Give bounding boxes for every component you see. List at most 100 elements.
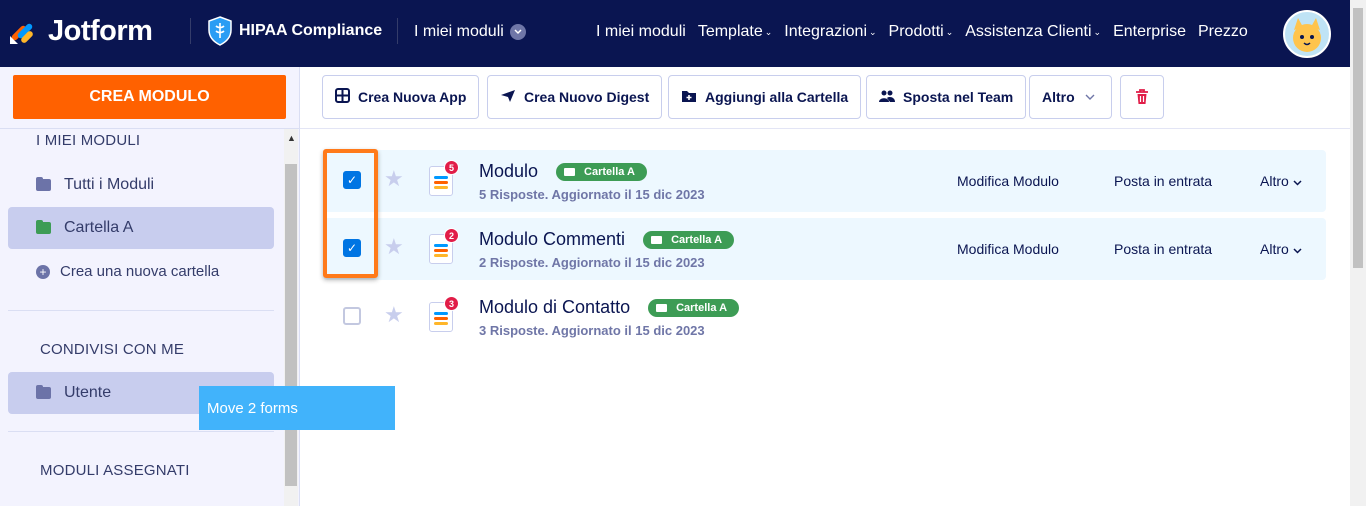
star-icon[interactable]: ★ [384,234,404,260]
response-count-badge: 2 [444,228,459,243]
form-icon: 5 [429,160,459,196]
form-meta: 3 Risposte. Aggiornato il 15 dic 2023 [479,323,705,338]
star-icon[interactable]: ★ [384,302,404,328]
nav-enterprise[interactable]: Enterprise [1113,23,1186,41]
folder-tag[interactable]: Cartella A [648,298,740,317]
create-digest-button[interactable]: Crea Nuovo Digest [487,75,663,119]
folder-tag[interactable]: Cartella A [643,230,735,249]
folder-icon [564,167,576,176]
edit-form-button[interactable]: Modifica Modulo [957,173,1059,189]
sidebar-scrollbar[interactable]: ▲ [284,129,298,506]
nav-pricing[interactable]: Prezzo [1198,23,1248,41]
create-app-label: Crea Nuova App [358,89,467,105]
sidebar-item-all-forms[interactable]: Tutti i Moduli [8,164,274,206]
add-to-folder-button[interactable]: Aggiungi alla Cartella [668,75,862,119]
create-app-button[interactable]: Crea Nuova App [322,75,480,119]
folder-icon [651,235,663,244]
more-button[interactable]: Altro [1260,241,1302,257]
nav-label: Prezzo [1197,23,1248,40]
send-icon [500,89,516,106]
folder-icon [36,385,51,399]
star-icon[interactable]: ★ [384,166,404,192]
chevron-down-icon [1293,180,1302,186]
jotform-logo[interactable]: Jotform [8,15,153,47]
chevron-down-icon [1293,248,1302,254]
hipaa-badge[interactable]: HIPAA Compliance [207,16,382,46]
form-title[interactable]: Modulo di Contatto Cartella A [479,297,740,318]
divider [8,431,274,432]
chevron-down-icon [509,24,526,40]
toolbar: Crea Nuova App Crea Nuovo Digest Aggiung… [300,67,1350,129]
folder-tag-label: Cartella A [676,301,728,314]
create-form-button[interactable]: CREA MODULO [13,75,286,119]
nav-label: I miei moduli [596,23,686,40]
form-title[interactable]: Modulo Commenti Cartella A [479,229,735,250]
inbox-button[interactable]: Posta in entrata [1114,173,1212,189]
form-name: Modulo di Contatto [479,297,631,317]
folder-tag-label: Cartella A [671,233,723,246]
my-forms-dropdown[interactable]: I miei moduli [414,23,526,41]
drag-tooltip: Move 2 forms [199,386,395,430]
inbox-button[interactable]: Posta in entrata [1114,241,1212,257]
form-row[interactable]: ★ 3 Modulo di Contatto Cartella A 3 Risp… [323,286,1326,348]
response-count-badge: 5 [444,160,459,175]
caret-icon: ⌄ [869,26,877,37]
more-label: Altro [1042,89,1075,105]
sidebar-item-folder-a[interactable]: Cartella A [8,207,274,249]
nav-products[interactable]: Prodotti ⌄ [889,23,954,41]
move-to-team-button[interactable]: Sposta nel Team [866,75,1027,119]
folder-plus-icon [681,89,697,106]
my-forms-section-title: I MIEI MODULI [36,132,141,149]
nav-label: Prodotti [888,23,944,40]
sidebar-item-label: Cartella A [64,219,134,236]
more-label: Altro [1260,241,1289,257]
delete-button[interactable] [1120,75,1164,119]
main-nav: I miei moduli Template ⌄ Integrazioni ⌄ Pr… [596,23,1260,41]
response-count-badge: 3 [444,296,459,311]
edit-form-button[interactable]: Modifica Modulo [957,241,1059,257]
nav-templates[interactable]: Template ⌄ [698,23,772,41]
form-title[interactable]: Modulo Cartella A [479,161,647,182]
caret-icon: ⌄ [1093,26,1102,37]
scroll-up-icon[interactable]: ▲ [287,133,296,143]
my-forms-dropdown-label: I miei moduli [414,23,504,40]
plus-circle-icon: + [36,264,50,279]
nav-my-forms[interactable]: I miei moduli [596,23,686,41]
nav-label: Assistenza Clienti [965,23,1092,40]
nav-integrations[interactable]: Integrazioni ⌄ [784,23,876,41]
avatar-icon [1293,18,1321,52]
page-scrollbar[interactable] [1350,0,1366,506]
divider [397,18,398,44]
divider [190,18,191,44]
add-to-folder-label: Aggiungi alla Cartella [705,89,849,105]
scrollbar-thumb[interactable] [1353,8,1363,268]
form-meta: 5 Risposte. Aggiornato il 15 dic 2023 [479,187,705,202]
form-row[interactable]: ✓ ★ 2 Modulo Commenti Cartella A 2 Rispo… [323,218,1326,280]
chevron-down-icon [1085,91,1095,103]
folder-tag[interactable]: Cartella A [556,162,647,181]
form-name: Modulo [479,161,539,181]
more-button[interactable]: Altro [1260,173,1302,189]
form-name: Modulo Commenti [479,229,626,249]
sidebar: CREA MODULO I MIEI MODULI Tutti i Moduli… [0,67,300,506]
form-icon: 2 [429,228,459,264]
nav-label: Integrazioni [784,23,867,40]
form-icon: 3 [429,296,459,332]
nav-support[interactable]: Assistenza Clienti ⌄ [965,23,1101,41]
scrollbar-thumb[interactable] [285,164,297,486]
avatar[interactable] [1283,10,1331,58]
caret-icon: ⌄ [945,26,954,37]
shield-icon [208,16,232,46]
folder-icon [36,220,51,234]
team-icon [879,89,895,106]
form-row[interactable]: ✓ ★ 5 Modulo Cartella A 5 Risposte. Aggi… [323,150,1326,212]
move-to-team-label: Sposta nel Team [903,89,1014,105]
create-folder-link[interactable]: + Crea una nuova cartella [36,263,219,280]
folder-icon [36,177,51,191]
form-meta: 2 Risposte. Aggiornato il 15 dic 2023 [479,255,705,270]
create-folder-label: Crea una nuova cartella [60,263,220,280]
app-grid-icon [335,88,350,106]
folder-icon [656,303,668,312]
checkbox[interactable] [343,307,361,325]
more-dropdown[interactable]: Altro [1029,75,1112,119]
